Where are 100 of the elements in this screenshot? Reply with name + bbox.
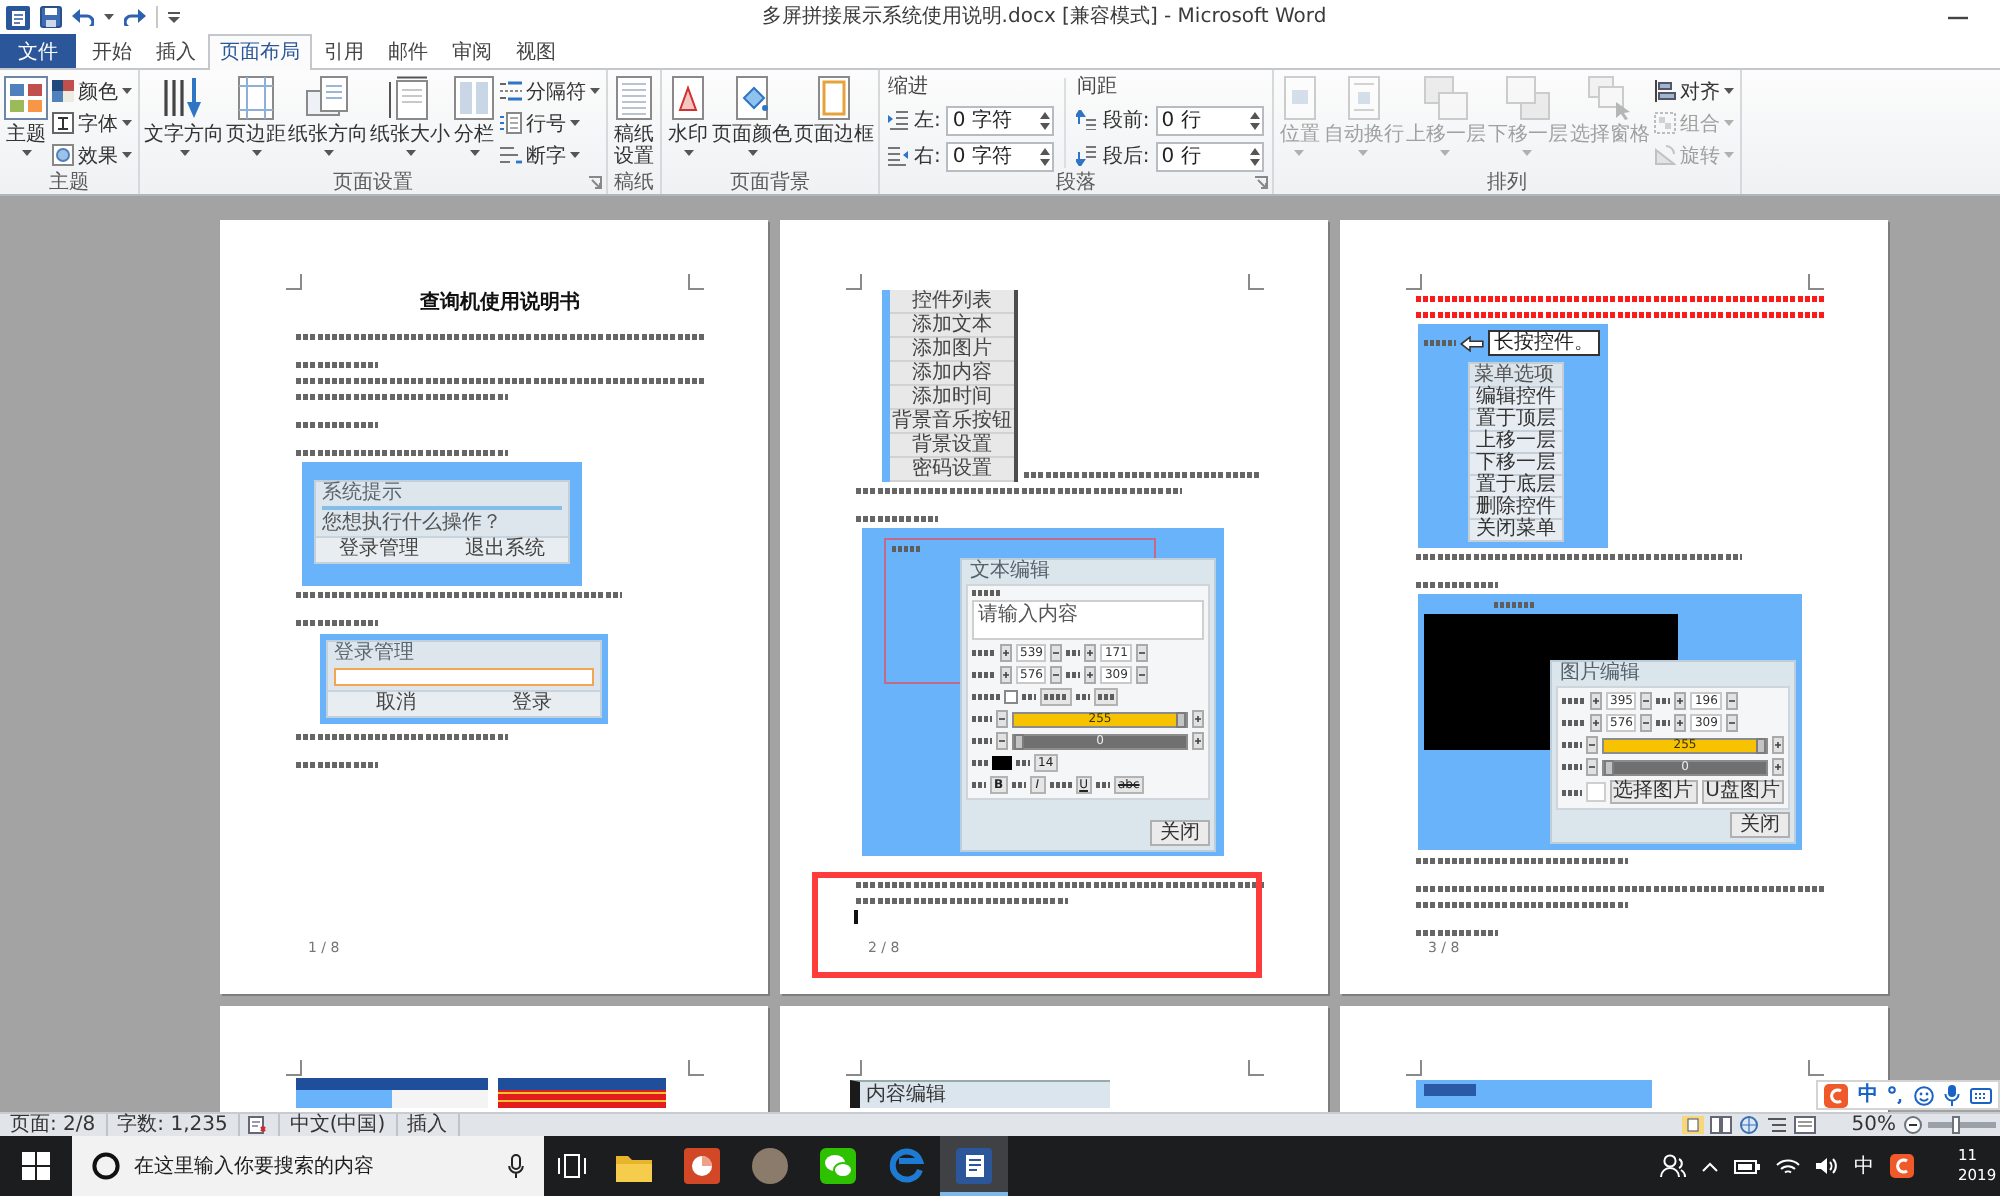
- draft-view-icon[interactable]: [1793, 1116, 1816, 1134]
- input-method-icon[interactable]: [1890, 1154, 1914, 1178]
- illegible-label: [1095, 782, 1110, 788]
- ribbon-button[interactable]: 纸张大小: [370, 74, 450, 156]
- ribbon-button[interactable]: 断字: [498, 140, 602, 170]
- group-label: 主题: [49, 172, 89, 194]
- ribbon-button[interactable]: 分栏: [452, 74, 496, 156]
- ribbon-tab[interactable]: 页面布局: [208, 34, 312, 70]
- dialog-message: 您想执行什么操作？: [320, 510, 504, 536]
- spin-arrows-icon[interactable]: [1040, 147, 1051, 165]
- ribbon-button[interactable]: 文字方向: [144, 74, 224, 156]
- illegible-label: [1022, 694, 1036, 700]
- ribbon-button[interactable]: 水印: [666, 74, 710, 156]
- ribbon-button[interactable]: 颜色: [50, 76, 134, 106]
- chevron-up-icon[interactable]: [1702, 1161, 1718, 1171]
- minus-icon: [996, 710, 1008, 728]
- zoom-slider[interactable]: [1928, 1122, 1996, 1128]
- spin-arrows-icon[interactable]: [1249, 111, 1260, 129]
- illegible-label: [972, 650, 996, 656]
- ribbon-tab[interactable]: 开始: [80, 34, 144, 68]
- chat-bubbles-icon: [820, 1148, 856, 1184]
- ribbon-button[interactable]: 页面边框: [794, 74, 874, 146]
- indent-field[interactable]: 0 字符: [946, 141, 1055, 171]
- ribbon-button[interactable]: 页边距: [226, 74, 286, 156]
- people-icon[interactable]: [1660, 1154, 1686, 1178]
- send-backward-icon: [1505, 76, 1550, 120]
- arrow-left-icon: [1460, 335, 1484, 351]
- undo-icon[interactable]: [72, 8, 94, 26]
- web-layout-icon[interactable]: [1737, 1116, 1760, 1134]
- ribbon-button[interactable]: 分隔符: [498, 76, 602, 106]
- plus-icon: [1084, 644, 1097, 662]
- section-label: 间距: [1076, 76, 1117, 100]
- app-logo-icon[interactable]: [6, 5, 30, 29]
- illegible-label: [1044, 694, 1068, 700]
- corner-mark-icon: [688, 1060, 704, 1076]
- indent-field[interactable]: 0 字符: [946, 105, 1055, 135]
- indent-left-icon: [888, 110, 908, 130]
- ribbon-button[interactable]: 行号: [498, 108, 602, 138]
- group-icon: [1653, 112, 1676, 134]
- selection-pane-icon: [1587, 76, 1632, 120]
- illegible-label: [1016, 760, 1030, 766]
- task-view-icon[interactable]: [558, 1154, 586, 1178]
- save-icon[interactable]: [40, 6, 62, 28]
- corner-mark-icon: [1808, 274, 1824, 290]
- dialog-launcher-icon[interactable]: [588, 176, 602, 190]
- ribbon-button[interactable]: 稿纸设置: [612, 74, 656, 168]
- font-icon: [52, 112, 74, 134]
- ribbon-tab[interactable]: 审阅: [440, 34, 504, 68]
- print-layout-icon[interactable]: [1681, 1116, 1704, 1134]
- ribbon-button[interactable]: 页面颜色: [712, 74, 792, 156]
- microphone-icon[interactable]: [508, 1154, 524, 1178]
- plus-icon: [1192, 710, 1204, 728]
- ribbon-tab[interactable]: 插入: [144, 34, 208, 68]
- spin-arrows-icon[interactable]: [1040, 111, 1051, 129]
- keyboard-icon[interactable]: [1970, 1087, 1992, 1103]
- minus-icon: [1586, 758, 1598, 776]
- illegible-label: [1424, 340, 1456, 346]
- ribbon-button[interactable]: 纸张方向: [288, 74, 368, 156]
- illegible-label: [1066, 672, 1081, 678]
- ribbon-button[interactable]: 主题: [4, 74, 48, 156]
- zoom-level[interactable]: 50%: [1851, 1114, 1896, 1136]
- taskbar-button[interactable]: [940, 1136, 1008, 1196]
- input-method-icon[interactable]: [1824, 1083, 1848, 1107]
- zoom-slider-thumb[interactable]: [1952, 1116, 1960, 1134]
- search-field[interactable]: 在这里输入你要搜索的内容: [72, 1136, 544, 1196]
- proofing-icon[interactable]: [247, 1116, 270, 1134]
- redo-icon[interactable]: [124, 8, 146, 26]
- battery-icon[interactable]: [1734, 1159, 1760, 1173]
- file-tab[interactable]: 文件: [0, 34, 76, 68]
- columns-icon: [452, 76, 496, 120]
- ribbon-button[interactable]: 效果: [50, 140, 134, 170]
- ribbon-tab[interactable]: 引用: [312, 34, 376, 68]
- dialog-launcher-icon[interactable]: [1253, 176, 1268, 190]
- spacing-field[interactable]: 0 行: [1155, 141, 1264, 171]
- smiley-icon[interactable]: [1914, 1085, 1934, 1105]
- plus-icon: [1674, 692, 1687, 710]
- volume-icon[interactable]: [1816, 1156, 1838, 1176]
- dialog-title: 内容编辑: [866, 1084, 946, 1106]
- windows-logo-icon[interactable]: [22, 1152, 50, 1180]
- input-mode-toggle[interactable]: 中: [1858, 1084, 1878, 1106]
- punctuation-icon[interactable]: [1888, 1086, 1904, 1104]
- spin-arrows-icon[interactable]: [1249, 147, 1260, 165]
- ribbon-tab[interactable]: 邮件: [376, 34, 440, 68]
- zoom-out-icon[interactable]: [1904, 1116, 1922, 1134]
- wifi-icon[interactable]: [1776, 1157, 1800, 1175]
- reading-view-icon[interactable]: [1709, 1116, 1732, 1134]
- document-app-icon: [956, 1148, 992, 1184]
- ribbon-tab[interactable]: 视图: [504, 34, 568, 68]
- ribbon-button[interactable]: 字体: [50, 108, 134, 138]
- illegible-label: [892, 546, 920, 552]
- align-icon: [1653, 80, 1676, 102]
- plus-icon: [1674, 714, 1687, 732]
- minimize-icon[interactable]: [1948, 15, 1968, 19]
- illegible-label: [972, 782, 986, 788]
- input-language-indicator[interactable]: 中: [1854, 1155, 1874, 1177]
- spacing-field[interactable]: 0 行: [1155, 105, 1264, 135]
- outline-view-icon[interactable]: [1765, 1116, 1788, 1134]
- customize-icon[interactable]: [168, 11, 180, 23]
- group-label: 排列: [1486, 172, 1527, 194]
- ribbon-button[interactable]: 对齐: [1651, 76, 1736, 106]
